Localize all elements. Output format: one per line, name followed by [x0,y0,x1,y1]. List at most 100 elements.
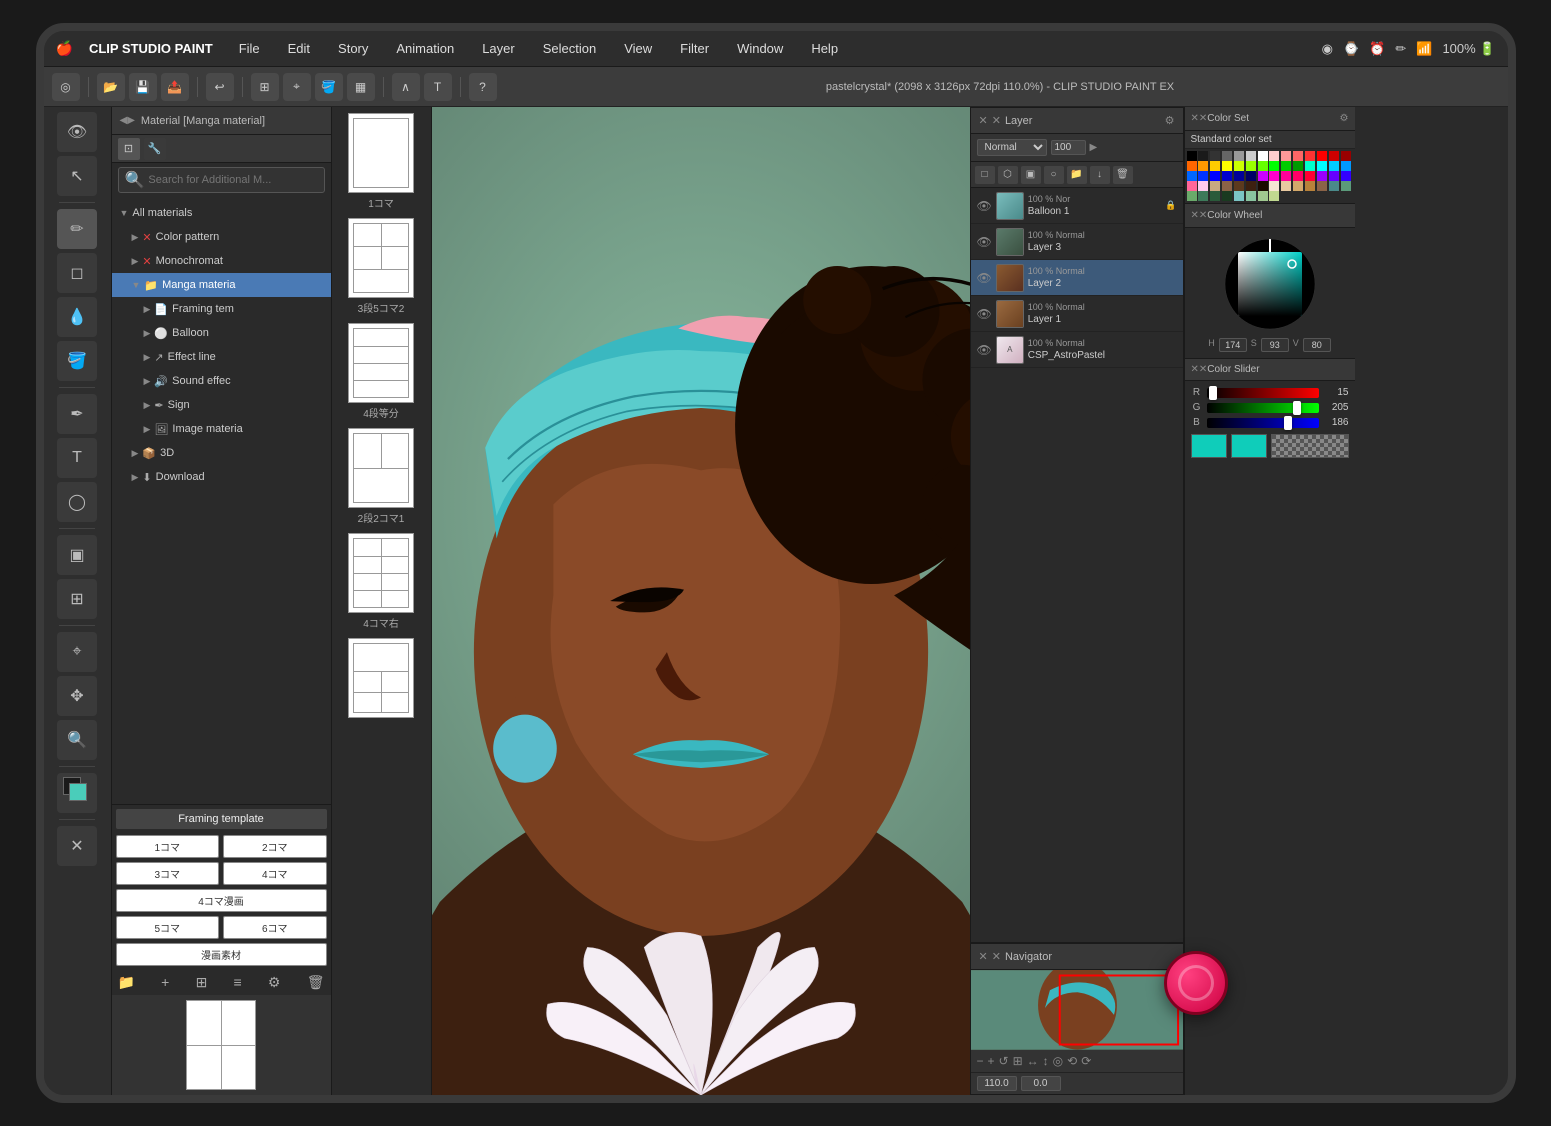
template-item-2dan[interactable]: 2段2コマ1 [348,428,414,525]
layer-item-1[interactable]: 👁 100 % Normal Layer 1 [971,296,1183,332]
menu-help[interactable]: Help [805,39,844,58]
color-swatch[interactable] [1305,151,1315,161]
save-btn[interactable]: 💾 [129,73,157,101]
tool-select[interactable]: ⌖ [57,632,97,672]
tool-brush[interactable]: ✏ [57,209,97,249]
template-2koma[interactable]: 2コマ [223,835,327,858]
color-swatch[interactable] [1269,191,1279,201]
color-set-expand-icon[interactable]: ✕ [1199,113,1207,124]
zoom-out-icon[interactable]: − [977,1054,984,1068]
color-swatch[interactable] [1341,171,1351,181]
layer-mask-btn[interactable]: ○ [1044,166,1064,184]
layer-visibility-icon[interactable]: 👁 [977,271,992,285]
tree-item-download[interactable]: ▶ ⬇ Download [112,465,331,489]
color-swatch[interactable] [1222,151,1232,161]
reset-icon[interactable]: ◎ [1053,1054,1063,1068]
panel-close-btn[interactable]: ◀▶ [120,115,135,126]
nav-zoom-input[interactable] [977,1076,1017,1091]
tool-zoom[interactable]: 🔍 [57,720,97,760]
color-swatch[interactable] [1281,151,1291,161]
export-btn[interactable]: 📤 [161,73,189,101]
color-swatch[interactable] [1281,161,1291,171]
color-swatch[interactable] [1341,151,1351,161]
layer-visibility-icon[interactable]: 👁 [977,343,992,357]
color-swatch[interactable] [1258,191,1268,201]
materials-properties-icon[interactable]: 🔧 [144,138,166,160]
tool-text[interactable]: T [57,438,97,478]
layer-delete-btn[interactable]: 🗑 [1113,166,1133,184]
color-swatch[interactable] [1210,161,1220,171]
tool-arrow[interactable]: ↖ [57,156,97,196]
tree-item-color-pattern[interactable]: ▶ ✕ Color pattern [112,225,331,249]
floating-action-btn[interactable] [1164,951,1228,1015]
slider-expand-icon[interactable]: ✕ [1199,364,1207,375]
color-swatch[interactable] [1234,151,1244,161]
template-item-4dan[interactable]: 4段等分 [348,323,414,420]
color-swatch[interactable] [1258,161,1268,171]
nav-close-icon[interactable]: ✕ [979,950,988,963]
blue-slider-thumb[interactable] [1284,416,1292,430]
template-4koma-manga[interactable]: 4コマ漫画 [116,889,327,912]
tree-item-mono[interactable]: ▶ ✕ Monochromat [112,249,331,273]
blue-slider-track[interactable] [1207,418,1319,428]
layer-item-2[interactable]: 👁 100 % Normal Layer 2 [971,260,1183,296]
color-swatch[interactable] [1246,181,1256,191]
color-swatch[interactable] [1187,151,1197,161]
template-1koma[interactable]: 1コマ [116,835,220,858]
navigator-preview[interactable] [971,970,1183,1050]
layer-item-base[interactable]: 👁 A 100 % Normal CSP_AstroPastel [971,332,1183,368]
previous-color-preview[interactable] [1231,434,1267,458]
color-wheel-expand-icon[interactable]: ✕ [1199,210,1207,221]
color-swatch[interactable] [1329,171,1339,181]
color-swatch[interactable] [1317,161,1327,171]
layer-item-3[interactable]: 👁 100 % Normal Layer 3 [971,224,1183,260]
menu-story[interactable]: Story [332,39,374,58]
v-value[interactable]: 80 [1303,338,1331,352]
color-wheel-close-icon[interactable]: ✕ [1191,210,1199,221]
red-slider-track[interactable] [1207,388,1319,398]
lasso-btn[interactable]: ⌖ [283,73,311,101]
layer-visibility-icon[interactable]: 👁 [977,235,992,249]
tool-gradient[interactable]: ▣ [57,535,97,575]
color-swatch[interactable] [1210,151,1220,161]
color-swatch[interactable] [1187,161,1197,171]
tree-item-image-materia[interactable]: ▶ 🖼 Image materia [112,417,331,441]
panel-close-icon[interactable]: ✕ [979,114,988,127]
color-swatch[interactable] [1210,191,1220,201]
materials-tab-icon[interactable]: ⊡ [118,138,140,160]
color-swatch[interactable] [1258,151,1268,161]
tree-item-3d[interactable]: ▶ 📦 3D [112,441,331,465]
menu-file[interactable]: File [233,39,266,58]
color-swatch[interactable] [1198,191,1208,201]
tree-item-balloon[interactable]: ▶ ⚪ Balloon [112,321,331,345]
tool-pen[interactable]: ✒ [57,394,97,434]
color-set-close-icon[interactable]: ✕ [1191,113,1199,124]
new-vector-layer-btn[interactable]: ⬡ [998,166,1018,184]
template-folder-icon[interactable]: 📁 [118,974,135,991]
layer-opacity-input[interactable] [1051,140,1086,155]
transform-btn[interactable]: ⊞ [251,73,279,101]
menu-edit[interactable]: Edit [282,39,316,58]
color-swatch[interactable] [1234,171,1244,181]
panel-expand-icon[interactable]: ✕ [992,114,1001,127]
color-swatch[interactable] [1198,171,1208,181]
template-settings-icon[interactable]: ⚙ [268,974,281,991]
color-swatch[interactable] [1222,171,1232,181]
template-manga-sozai[interactable]: 漫画素材 [116,943,327,966]
color-swatch[interactable] [1269,181,1279,191]
color-swatch[interactable] [1187,191,1197,201]
undo-btn[interactable]: ↩ [206,73,234,101]
color-swatch[interactable] [1187,171,1197,181]
h-value[interactable]: 174 [1219,338,1247,352]
fill-btn[interactable]: 🪣 [315,73,343,101]
extra-icon-1[interactable]: ⟲ [1067,1054,1077,1068]
template-item-1koma[interactable]: 1コマ [348,113,414,210]
color-swatch[interactable] [1305,171,1315,181]
color-swatch[interactable] [1198,161,1208,171]
template-list-icon[interactable]: ≡ [234,974,242,991]
extra-icon-2[interactable]: ⟳ [1081,1054,1091,1068]
color-swatch[interactable] [1281,181,1291,191]
tool-shape[interactable]: ◯ [57,482,97,522]
template-4koma[interactable]: 4コマ [223,862,327,885]
color-swatch[interactable] [1222,161,1232,171]
